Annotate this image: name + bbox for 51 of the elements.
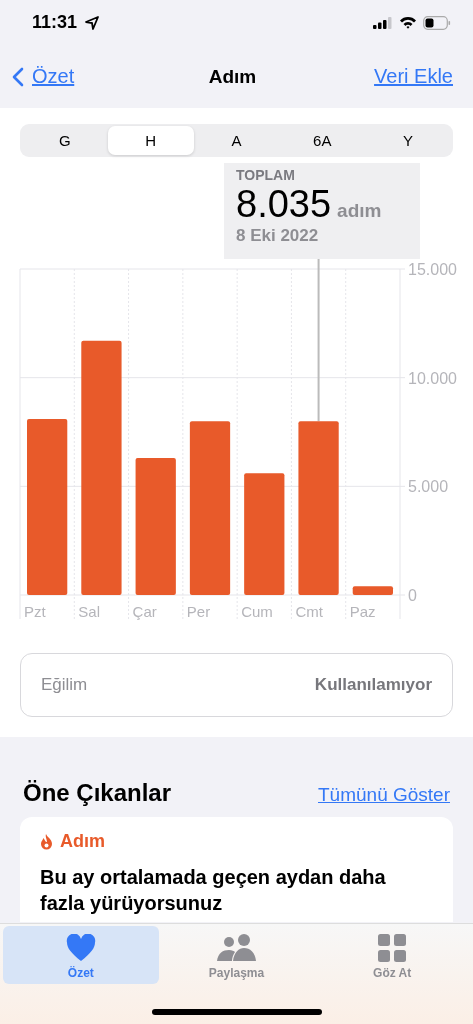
show-all-link[interactable]: Tümünü Göster [318,784,450,806]
tooltip-unit: adım [337,200,382,222]
card-category: Adım [60,831,105,852]
screen-title: Adım [208,65,257,88]
tooltip-label: TOPLAM [236,167,295,183]
axis-label: Çar [132,603,157,620]
flame-icon [40,832,54,851]
tab-bar-item[interactable]: Özet [3,926,159,984]
axis-label: 15.000 [408,261,457,278]
axis-label: Pzt [24,603,46,620]
trend-value: Kullanılamıyor [314,675,432,695]
wifi-icon [399,16,417,29]
chart-bar[interactable] [189,421,231,595]
chart-bar[interactable] [244,473,285,595]
axis-label: Cum [241,603,273,620]
back-chevron-icon [12,66,24,87]
location-arrow-icon [85,15,100,30]
signal-icon [373,16,393,29]
segment-tab[interactable]: A [193,126,280,155]
highlight-card[interactable]: Adım Bu ay ortalamada geçen aydan daha fazla yürüyorsunuz [20,817,453,922]
segment-tab[interactable]: Y [365,126,451,155]
back-link[interactable]: Özet [12,65,75,88]
trend-label: Eğilim [41,675,88,695]
chart-bar[interactable] [81,340,122,595]
heart-icon [65,934,96,962]
segment-tab[interactable]: G [22,126,108,155]
chart-bar[interactable] [352,586,393,595]
segment-tab[interactable]: H [107,126,194,155]
segment-tab[interactable]: 6A [279,126,366,155]
add-data-link[interactable]: Veri Ekle [374,65,453,88]
axis-label: 10.000 [408,369,457,387]
axis-label: 5.000 [408,478,449,496]
axis-label: 0 [408,587,417,604]
axis-label: Cmt [295,603,323,620]
chart-bar[interactable] [298,421,339,595]
tooltip-value: 8.035 [236,183,332,226]
axis-label: Sal [78,603,100,620]
tooltip-date: 8 Eki 2022 [236,226,319,246]
axis-label: Per [186,603,211,620]
card-text: Bu ay ortalamada geçen aydan daha fazla yürüyorsunuz [40,865,387,916]
axis-label: Paz [349,603,376,620]
battery-icon [423,15,451,30]
grid-icon [378,934,407,962]
chart-bar[interactable] [27,418,68,595]
status-time: 11:31 [32,12,78,33]
people-icon [216,934,257,962]
trend-row[interactable]: Eğilim Kullanılamıyor [20,653,453,717]
section-title: Öne Çıkanlar [23,779,172,807]
tab-bar-item[interactable]: Göz At [314,926,470,984]
chart-bar[interactable] [135,458,176,595]
tab-bar-item[interactable]: Paylaşma [158,926,315,984]
